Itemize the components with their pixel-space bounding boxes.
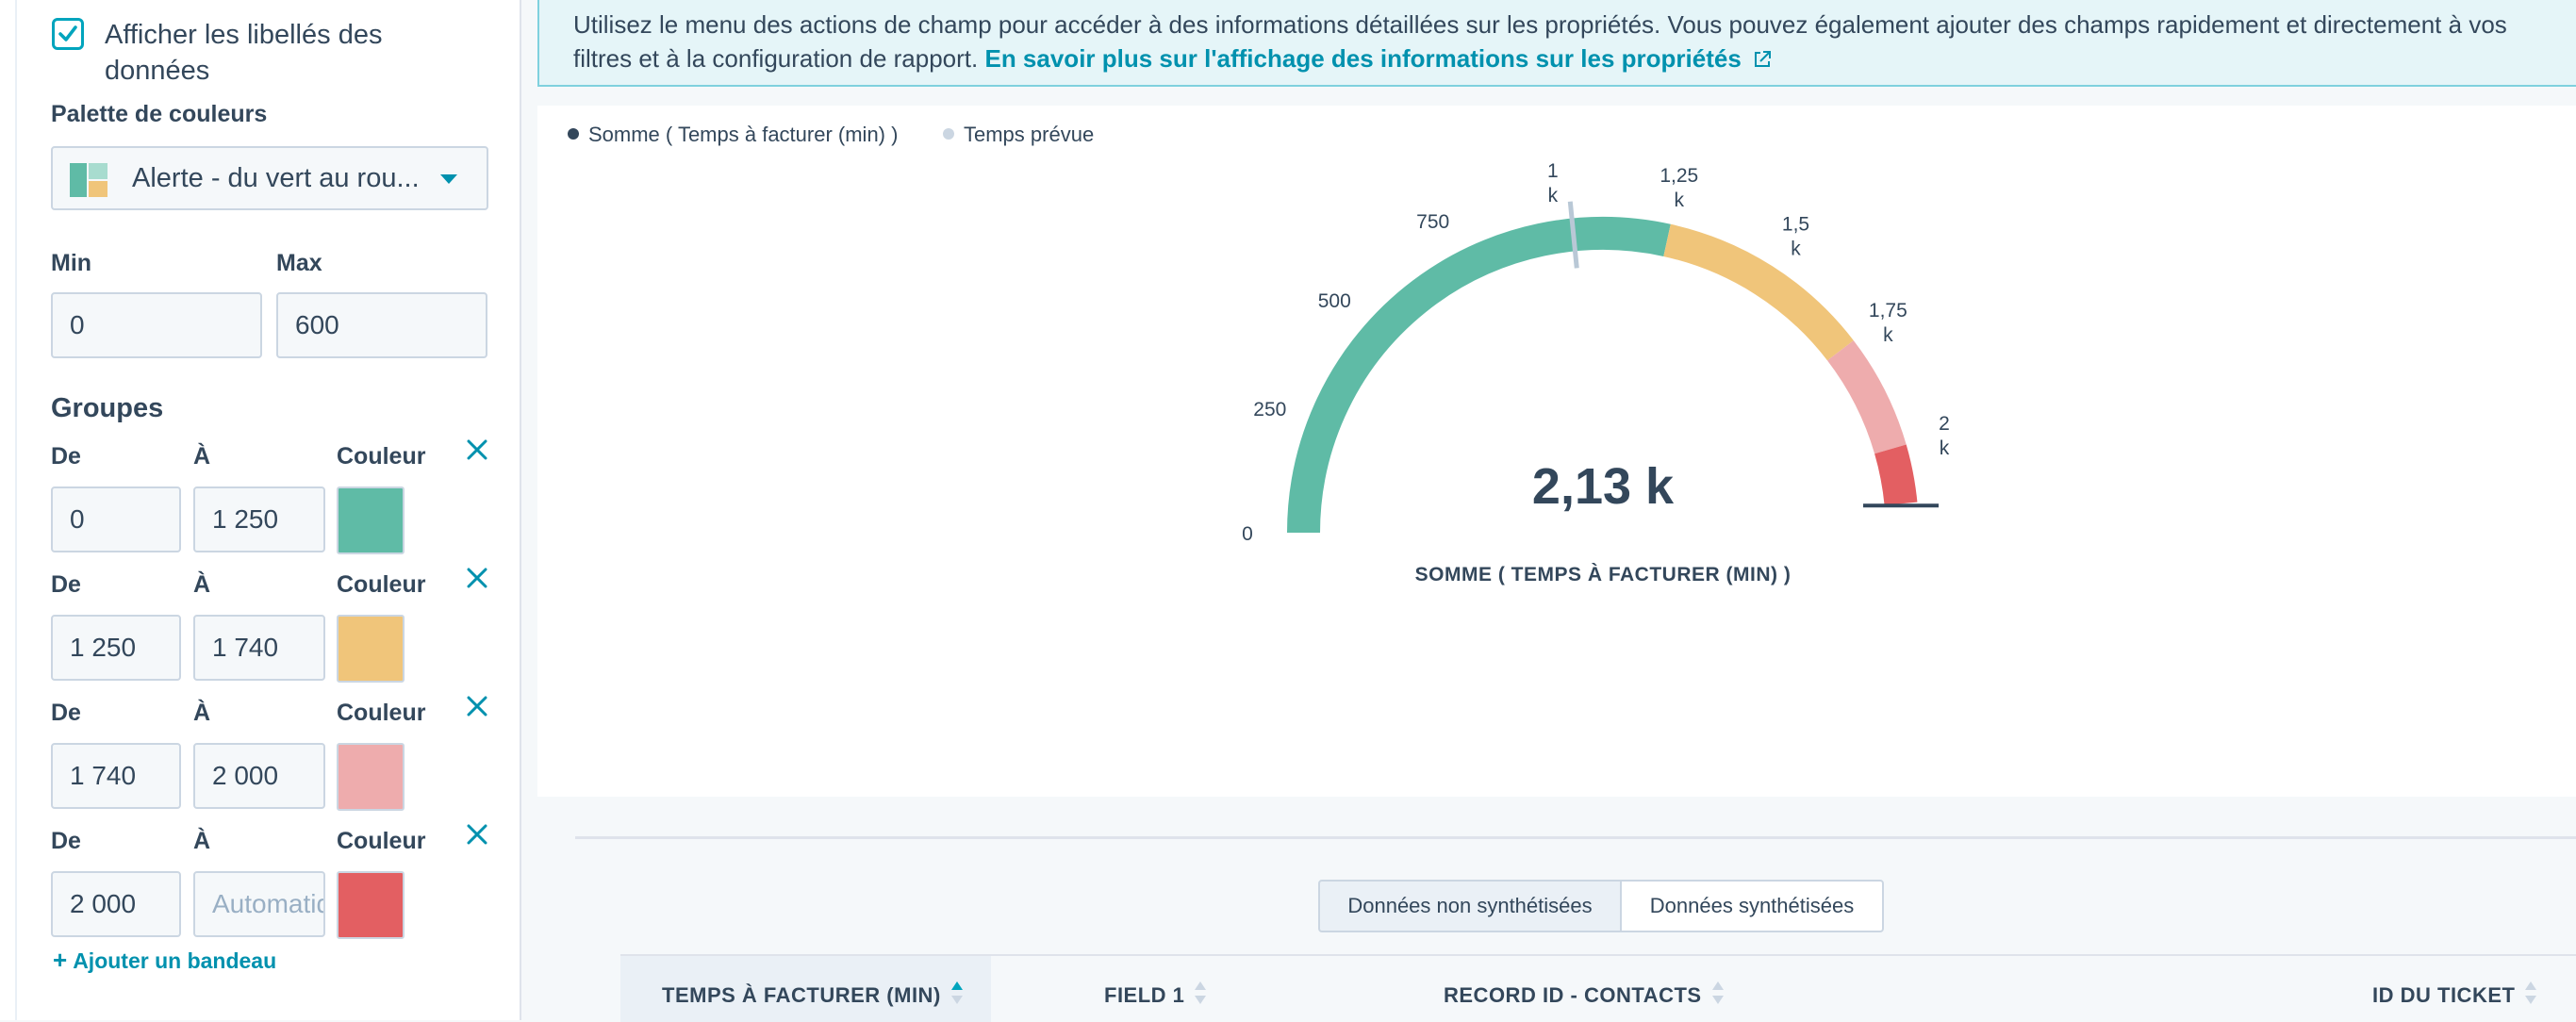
gauge-band-1 bbox=[1663, 223, 1854, 361]
sort-icon bbox=[1711, 981, 1724, 1004]
section-divider bbox=[575, 836, 2576, 839]
gauge-tick-label: 500 bbox=[1318, 290, 1351, 312]
gauge-tick-label: 0 bbox=[1242, 523, 1253, 545]
column-label: ID DU TICKET bbox=[2372, 983, 2516, 1007]
gauge-tick-label: 2k bbox=[1939, 413, 1950, 459]
gauge-tick-label: 1,5 k bbox=[1782, 213, 1809, 259]
gauge-tick-label: 1k bbox=[1547, 160, 1559, 206]
gauge-title: SOMME ( TEMPS À FACTURER (MIN) ) bbox=[1414, 564, 1792, 585]
gauge-tick-label: 1,25 k bbox=[1660, 165, 1698, 211]
sort-icon bbox=[2525, 981, 2537, 1004]
column-label: RECORD ID - CONTACTS bbox=[1444, 983, 1702, 1007]
gauge-tick-label: 250 bbox=[1253, 399, 1286, 420]
column-header-field-1[interactable]: FIELD 1 bbox=[1104, 981, 1207, 1008]
gauge-value: 2,13 k bbox=[1531, 458, 1675, 515]
gauge-band-3 bbox=[1874, 444, 1918, 506]
column-header-ticket-id[interactable]: ID DU TICKET bbox=[2372, 981, 2537, 1008]
gauge-tick-label: 750 bbox=[1416, 211, 1449, 233]
column-header-billable-time[interactable]: TEMPS À FACTURER (MIN) bbox=[662, 981, 964, 1008]
column-header-record-id-contacts[interactable]: RECORD ID - CONTACTS bbox=[1444, 981, 1725, 1008]
toggle-unsummarized-data[interactable]: Données non synthétisées bbox=[1318, 880, 1622, 932]
column-label: FIELD 1 bbox=[1104, 983, 1185, 1007]
gauge-target-marker bbox=[1567, 201, 1579, 269]
column-label: TEMPS À FACTURER (MIN) bbox=[662, 983, 941, 1007]
gauge-tick-label: 1,75 k bbox=[1869, 300, 1907, 346]
sort-ascending-icon bbox=[950, 981, 963, 1004]
gauge-chart: 0 250 500 750 1 k 1,25 k 1,5 k 1,75 k 2 k bbox=[1242, 160, 1950, 545]
sort-icon bbox=[1195, 981, 1207, 1004]
toggle-summarized-data[interactable]: Données synthétisées bbox=[1620, 880, 1884, 932]
gauge-band-2 bbox=[1826, 340, 1907, 454]
